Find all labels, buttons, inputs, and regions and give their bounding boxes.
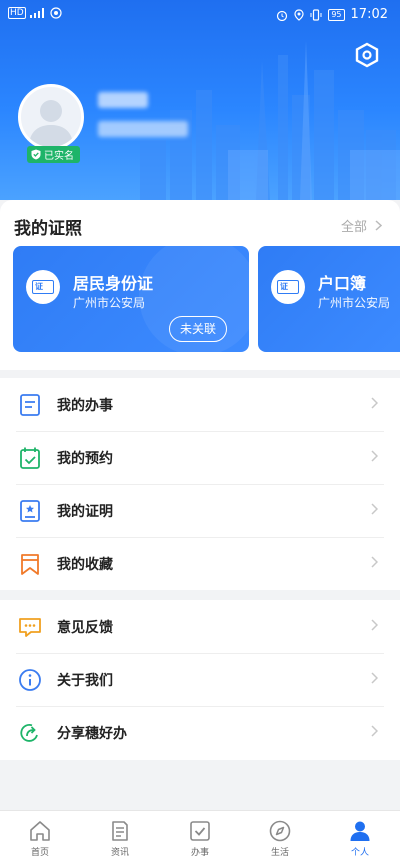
verified-badge: 已实名 — [27, 146, 80, 163]
link-status-button[interactable]: 未关联 — [168, 316, 227, 342]
chevron-right-icon — [371, 619, 378, 631]
bookmark-icon — [21, 553, 39, 575]
id-card-icon: 证 — [32, 280, 54, 294]
clock: 17:02 — [350, 7, 388, 22]
menu-item-my-tasks[interactable]: 我的办事 — [0, 378, 400, 431]
certificate-name: 户口簿 — [318, 274, 367, 293]
view-all-link[interactable]: 全部 — [341, 216, 382, 235]
chevron-right-icon — [371, 725, 378, 737]
menu-item-label: 我的预约 — [57, 450, 113, 467]
menu-item-label: 关于我们 — [57, 672, 113, 689]
menu-item-feedback[interactable]: 意见反馈 — [0, 600, 400, 653]
status-bar: HD 95 17:02 — [0, 0, 400, 28]
tasks-icon — [190, 821, 210, 841]
menu-group-services: 我的办事 我的预约 我的证明 我的收藏 — [0, 378, 400, 590]
person-icon — [350, 821, 370, 841]
certificate-name: 居民身份证 — [73, 274, 154, 293]
shield-check-icon — [31, 149, 41, 160]
default-avatar-icon — [29, 100, 73, 147]
news-icon — [112, 821, 128, 841]
tab-label: 首页 — [30, 848, 49, 858]
menu-item-label: 我的收藏 — [57, 556, 113, 573]
chevron-right-icon — [371, 503, 378, 515]
menu-group-about: 意见反馈 关于我们 分享穗好办 — [0, 600, 400, 760]
calendar-check-icon — [20, 447, 40, 469]
id-card-icon: 证 — [277, 280, 299, 294]
tab-label: 资讯 — [110, 848, 129, 858]
menu-item-my-favorites[interactable]: 我的收藏 — [0, 537, 400, 590]
tab-label: 办事 — [190, 848, 209, 858]
profile-header: HD 95 17:02 已实名 — [0, 0, 400, 200]
verified-label: 已实名 — [44, 151, 74, 162]
menu-item-label: 分享穗好办 — [57, 725, 127, 742]
certificate-icon — [20, 499, 40, 522]
view-all-label: 全部 — [340, 220, 367, 235]
alarm-icon — [277, 10, 288, 21]
certificate-card-icon: 证 — [26, 270, 60, 304]
tab-label: 个人 — [350, 848, 369, 858]
tab-label: 生活 — [270, 848, 289, 858]
vibrate-icon — [310, 8, 322, 21]
menu-item-share-app[interactable]: 分享穗好办 — [0, 706, 400, 759]
notification-icon — [50, 7, 62, 19]
tab-home[interactable]: 首页 — [0, 811, 80, 866]
certificate-card-icon: 证 — [271, 270, 305, 304]
signal-icon — [29, 8, 44, 18]
my-certificates-section: 我的证照 全部 证 居民身份证 广州市公安局 未关联 证 户口簿 广州市公安局 — [0, 200, 400, 370]
battery-indicator: 95 — [328, 8, 345, 21]
menu-item-label: 我的证明 — [57, 503, 113, 520]
chevron-right-icon — [371, 450, 378, 462]
bottom-tab-bar: 首页 资讯 办事 生活 个人 — [0, 810, 400, 866]
tab-tasks[interactable]: 办事 — [160, 811, 240, 866]
chevron-right-icon — [375, 220, 382, 231]
tab-news[interactable]: 资讯 — [80, 811, 160, 866]
home-icon — [30, 821, 50, 841]
menu-item-label: 我的办事 — [57, 397, 113, 414]
menu-item-label: 意见反馈 — [57, 619, 113, 636]
certificate-card-id[interactable]: 证 居民身份证 广州市公安局 未关联 — [13, 246, 249, 352]
user-name-redacted — [98, 92, 148, 108]
info-icon — [19, 668, 41, 691]
certificate-card-household[interactable]: 证 户口簿 广州市公安局 — [258, 246, 400, 352]
chevron-right-icon — [371, 556, 378, 568]
document-list-icon — [20, 393, 40, 416]
network-type: HD — [8, 7, 26, 19]
certificate-issuer: 广州市公安局 — [73, 296, 146, 310]
chevron-right-icon — [371, 397, 378, 409]
certificate-issuer: 广州市公安局 — [318, 296, 391, 310]
menu-item-my-appointments[interactable]: 我的预约 — [0, 431, 400, 484]
feedback-message-icon — [19, 617, 41, 637]
settings-hexagon-icon[interactable] — [354, 42, 380, 68]
compass-icon — [269, 820, 291, 842]
share-icon — [20, 723, 38, 742]
location-icon — [294, 8, 304, 21]
menu-item-my-certificates[interactable]: 我的证明 — [0, 484, 400, 537]
section-title: 我的证照 — [14, 219, 82, 239]
tab-life[interactable]: 生活 — [240, 811, 320, 866]
menu-item-about-us[interactable]: 关于我们 — [0, 653, 400, 706]
chevron-right-icon — [371, 672, 378, 684]
avatar[interactable] — [18, 84, 84, 150]
user-id-redacted — [98, 121, 188, 137]
tab-personal[interactable]: 个人 — [320, 811, 400, 866]
